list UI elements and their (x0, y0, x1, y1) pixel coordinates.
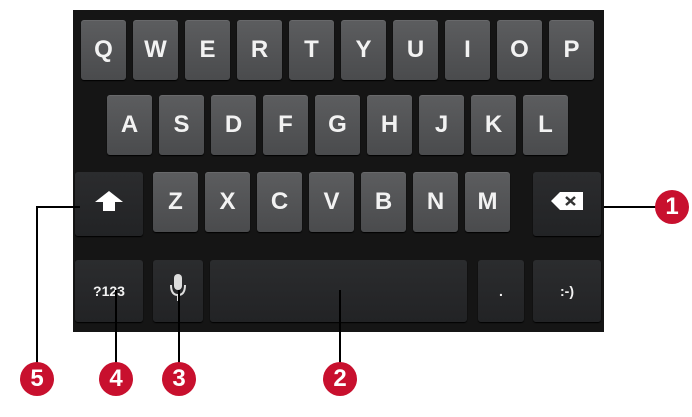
key-label: Q (94, 36, 113, 63)
key-b[interactable]: B (361, 172, 406, 232)
symbols-key-label: ?123 (93, 283, 125, 299)
key-label: M (477, 188, 498, 215)
key-m[interactable]: M (465, 172, 510, 232)
shift-arrow-icon (94, 190, 124, 219)
callout-line-1 (604, 206, 656, 208)
key-g[interactable]: G (315, 95, 360, 155)
delete-key[interactable] (533, 172, 601, 236)
key-u[interactable]: U (393, 20, 438, 80)
soft-keyboard: Q W E R T Y U I O P A S D F G H J K L Z … (73, 10, 604, 332)
callout-line-3 (178, 290, 180, 364)
key-label: B (374, 188, 393, 215)
callout-badge-1: 1 (655, 190, 689, 224)
key-label: D (224, 111, 243, 138)
key-label: E (199, 36, 216, 63)
key-h[interactable]: H (367, 95, 412, 155)
period-key-label: . (499, 283, 503, 299)
key-label: R (250, 36, 269, 63)
key-label: K (484, 111, 503, 138)
smiley-key[interactable]: :-) (533, 260, 601, 322)
callout-line-2 (339, 290, 341, 364)
key-j[interactable]: J (419, 95, 464, 155)
key-label: V (323, 188, 340, 215)
key-n[interactable]: N (413, 172, 458, 232)
key-l[interactable]: L (523, 95, 568, 155)
key-label: S (173, 111, 190, 138)
key-label: O (510, 36, 529, 63)
key-x[interactable]: X (205, 172, 250, 232)
key-label: L (538, 111, 553, 138)
key-label: Y (355, 36, 372, 63)
key-c[interactable]: C (257, 172, 302, 232)
key-label: J (434, 111, 449, 138)
key-o[interactable]: O (497, 20, 542, 80)
key-f[interactable]: F (263, 95, 308, 155)
key-label: T (304, 36, 319, 63)
key-v[interactable]: V (309, 172, 354, 232)
key-label: C (270, 188, 289, 215)
key-label: H (380, 111, 399, 138)
callout-badge-4: 4 (99, 362, 133, 396)
callout-badge-5: 5 (20, 362, 54, 396)
key-label: G (328, 111, 347, 138)
callout-badge-3: 3 (162, 362, 196, 396)
key-label: U (406, 36, 425, 63)
key-label: Z (168, 188, 183, 215)
key-z[interactable]: Z (153, 172, 198, 232)
backspace-icon (550, 190, 584, 218)
key-i[interactable]: I (445, 20, 490, 80)
key-label: N (426, 188, 445, 215)
key-y[interactable]: Y (341, 20, 386, 80)
key-w[interactable]: W (133, 20, 178, 80)
symbols-key[interactable]: ?123 (75, 260, 143, 322)
callout-badge-2: 2 (323, 362, 357, 396)
key-q[interactable]: Q (81, 20, 126, 80)
key-label: P (563, 36, 580, 63)
key-r[interactable]: R (237, 20, 282, 80)
callout-line-5-horizontal (36, 206, 80, 208)
smiley-key-label: :-) (560, 283, 574, 299)
key-label: F (278, 111, 293, 138)
key-d[interactable]: D (211, 95, 256, 155)
shift-key[interactable] (75, 172, 143, 236)
key-s[interactable]: S (159, 95, 204, 155)
key-t[interactable]: T (289, 20, 334, 80)
key-a[interactable]: A (107, 95, 152, 155)
key-p[interactable]: P (549, 20, 594, 80)
period-key[interactable]: . (478, 260, 524, 322)
callout-line-5-vertical (36, 206, 38, 364)
key-k[interactable]: K (471, 95, 516, 155)
key-label: I (464, 36, 471, 63)
key-label: X (219, 188, 236, 215)
callout-line-4 (115, 290, 117, 364)
key-e[interactable]: E (185, 20, 230, 80)
key-label: A (120, 111, 139, 138)
key-label: W (144, 36, 167, 63)
